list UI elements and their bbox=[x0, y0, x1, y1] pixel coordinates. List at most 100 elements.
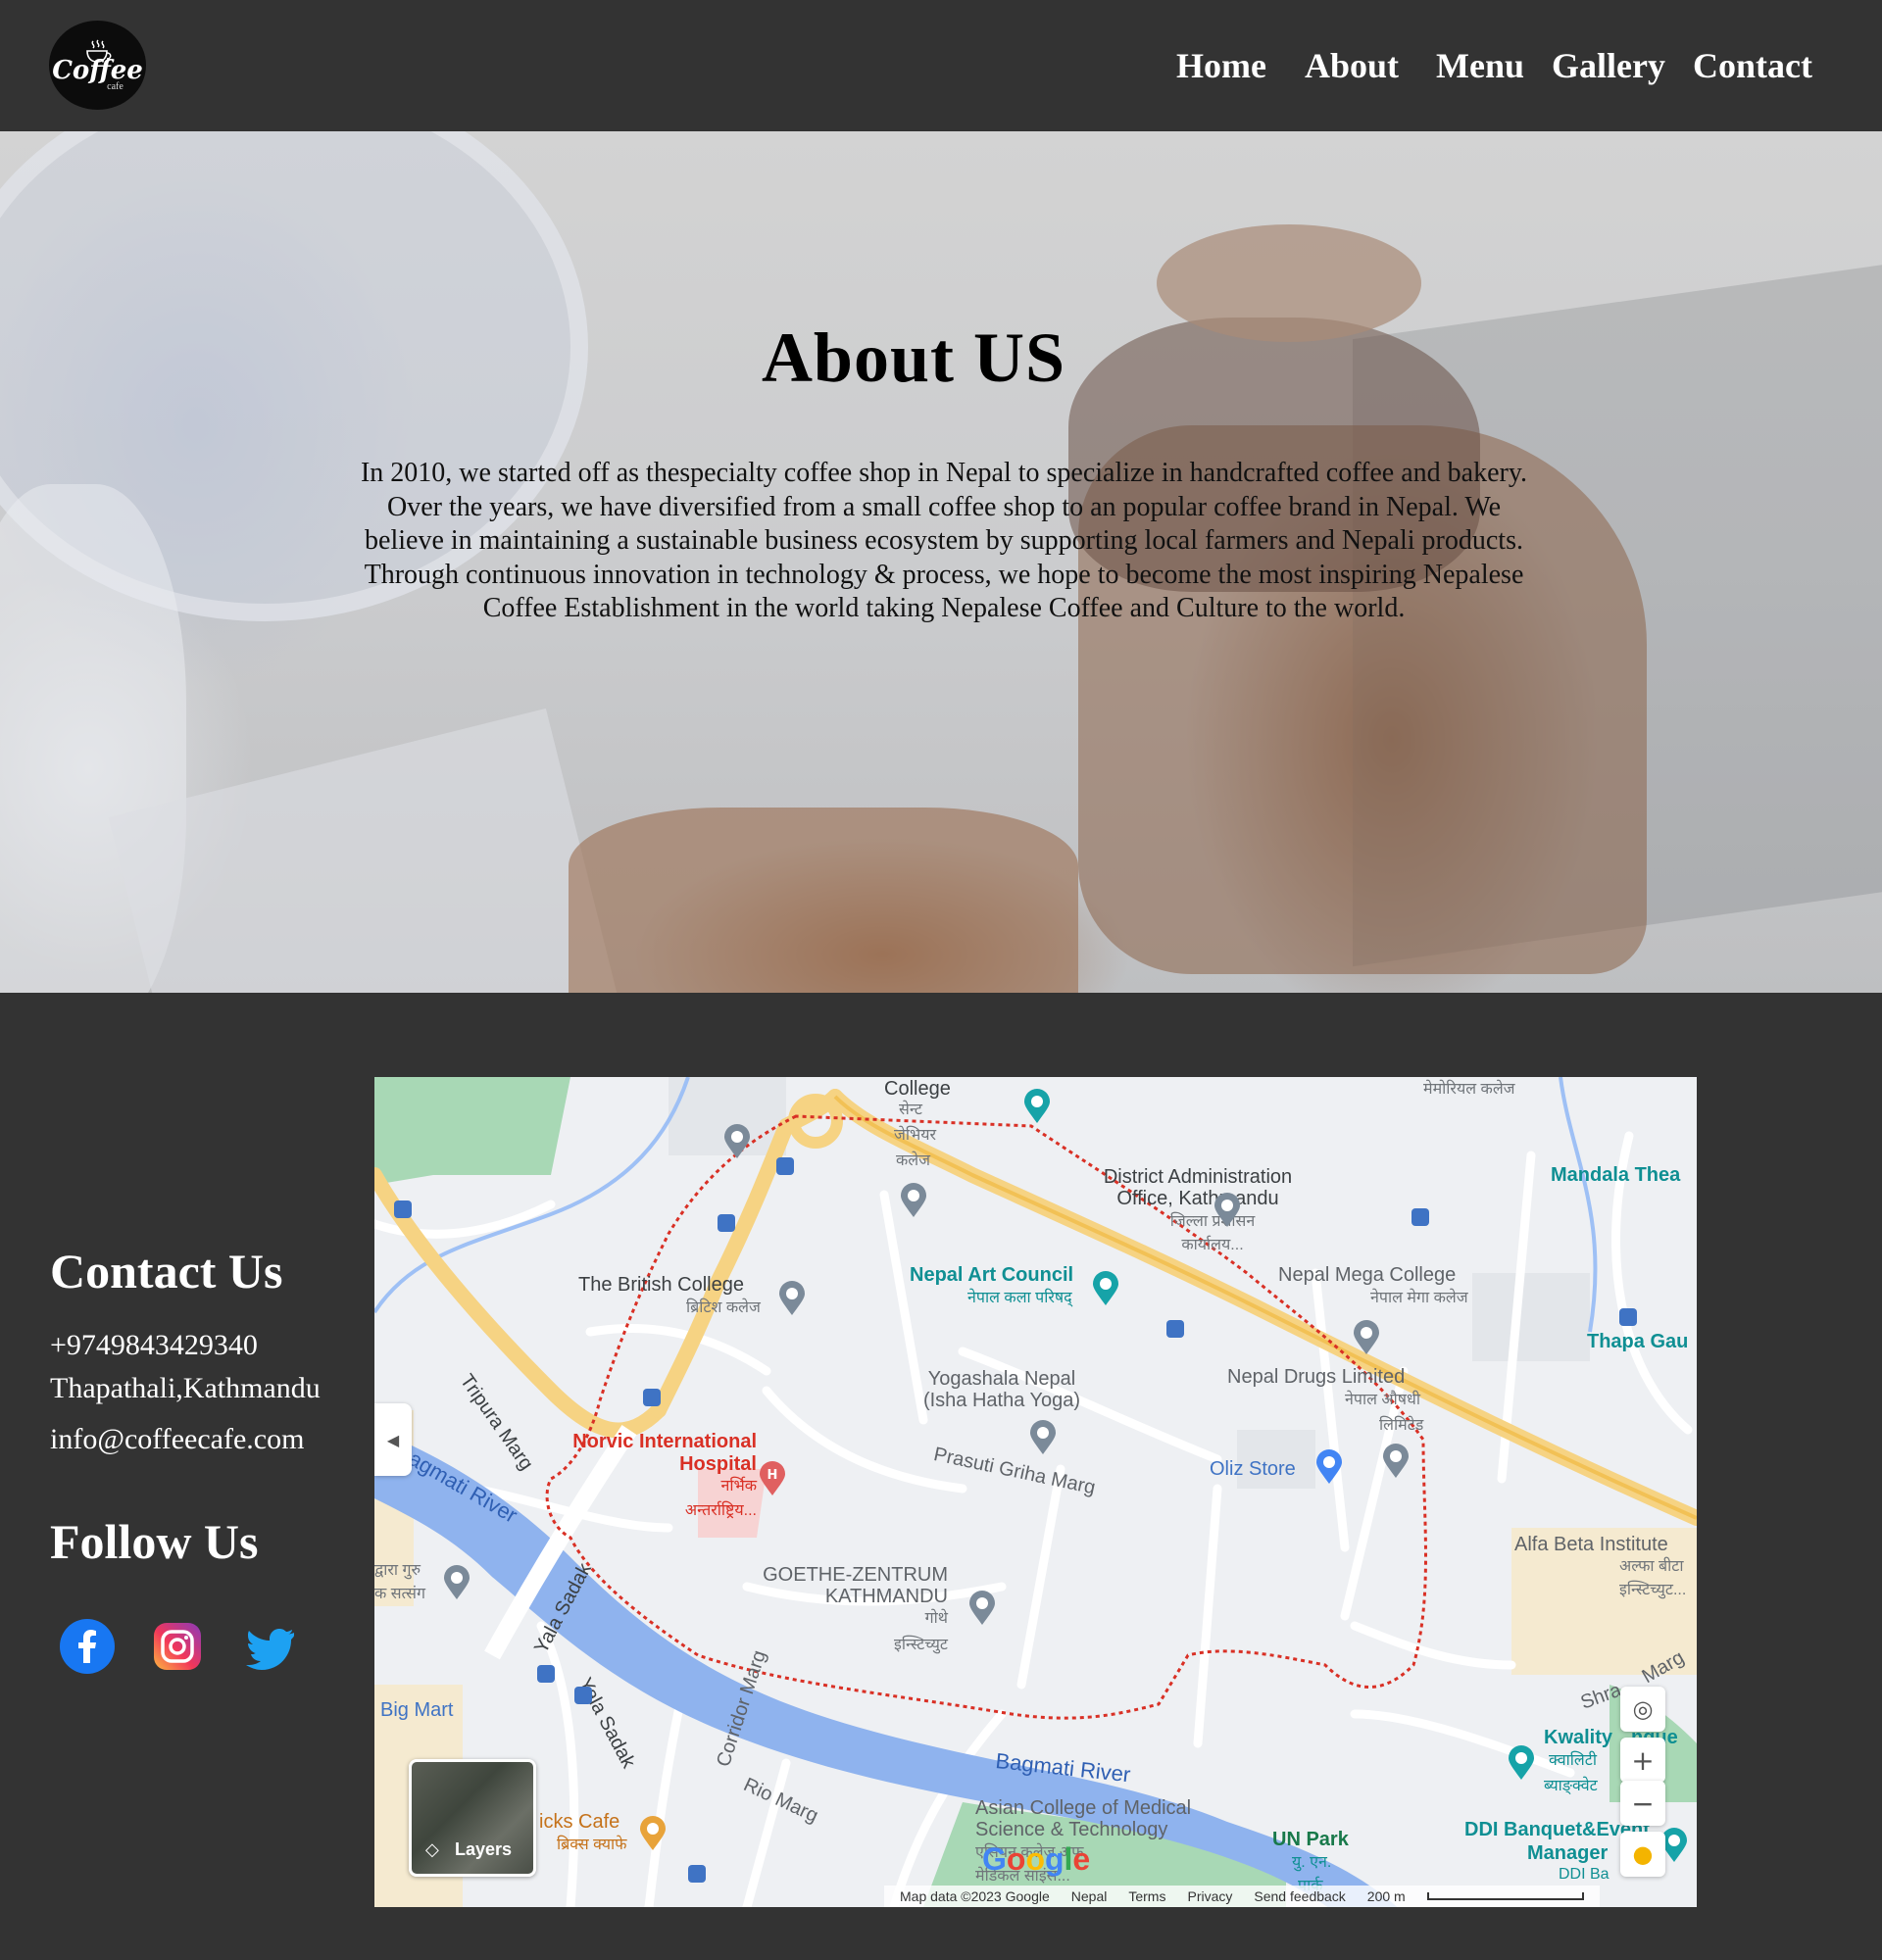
store-pin-icon[interactable] bbox=[1315, 1449, 1343, 1485]
map-terms-link[interactable]: Terms bbox=[1128, 1888, 1165, 1904]
map-scale-label[interactable]: 200 m bbox=[1367, 1888, 1406, 1904]
label-asian1: Asian College of Medical bbox=[975, 1797, 1192, 1819]
place-pin-icon[interactable] bbox=[1029, 1420, 1057, 1455]
map-scale-bar bbox=[1426, 1892, 1584, 1900]
map-feedback-link[interactable]: Send feedback bbox=[1254, 1888, 1345, 1904]
label-ddi2: Manager bbox=[1527, 1842, 1609, 1864]
place-pin-icon[interactable] bbox=[968, 1591, 996, 1626]
contact-phone[interactable]: +9749843429340 bbox=[50, 1329, 258, 1362]
label-alfa-np1: अल्फा बीटा bbox=[1619, 1558, 1684, 1575]
google-map[interactable]: College सेन्ट जेभियर कलेज मेमोरियल कलेज … bbox=[374, 1077, 1697, 1907]
label-norvic2: Hospital bbox=[679, 1453, 757, 1475]
art-pin-icon[interactable] bbox=[1092, 1271, 1119, 1306]
label-guru1: द्वारा गुरु bbox=[374, 1562, 421, 1579]
bus-stop-icon[interactable] bbox=[574, 1687, 592, 1704]
label-kwality1: Kwality bbox=[1544, 1727, 1613, 1748]
label-oliz: Oliz Store bbox=[1210, 1458, 1296, 1480]
label-college-np3: कलेज bbox=[896, 1152, 931, 1169]
label-thapa: Thapa Gau bbox=[1587, 1331, 1689, 1352]
label-kwality-np1: क्वालिटी bbox=[1549, 1752, 1597, 1769]
bus-stop-icon[interactable] bbox=[1619, 1308, 1637, 1326]
school-pin-icon[interactable] bbox=[778, 1281, 806, 1316]
label-dao-np1: जिल्ला प्रशासन bbox=[1169, 1213, 1256, 1230]
art-pin-icon[interactable] bbox=[1023, 1089, 1051, 1124]
nav-link-gallery[interactable]: Gallery bbox=[1552, 45, 1665, 86]
school-pin-icon[interactable] bbox=[1353, 1320, 1380, 1355]
google-logo: Google bbox=[982, 1841, 1091, 1877]
street-view-pegman-icon[interactable]: ● bbox=[1620, 1832, 1665, 1877]
label-dao-np2: कार्यालय... bbox=[1181, 1237, 1244, 1253]
label-goethe-np2: इन्स्टिच्युट bbox=[894, 1637, 948, 1653]
follow-title: Follow Us bbox=[50, 1514, 259, 1569]
about-hero: About US In 2010, we started off as thes… bbox=[0, 131, 1882, 993]
cafe-pin-icon[interactable] bbox=[639, 1816, 667, 1851]
twitter-icon[interactable] bbox=[243, 1618, 300, 1675]
venue-pin-icon[interactable] bbox=[1508, 1745, 1535, 1781]
bus-stop-icon[interactable] bbox=[776, 1157, 794, 1175]
school-pin-icon[interactable] bbox=[900, 1183, 927, 1218]
coffee-logo[interactable]: Coffee cafe bbox=[49, 21, 146, 110]
bus-stop-icon[interactable] bbox=[394, 1200, 412, 1218]
map-data-credit: Map data ©2023 Google bbox=[900, 1888, 1050, 1904]
government-pin-icon[interactable] bbox=[1382, 1444, 1410, 1479]
contact-title: Contact Us bbox=[50, 1244, 283, 1298]
instagram-icon[interactable] bbox=[149, 1618, 206, 1675]
zoom-out-button[interactable]: − bbox=[1620, 1781, 1665, 1826]
label-goethe-np1: गोथे bbox=[924, 1610, 948, 1627]
hospital-pin-icon[interactable]: H bbox=[759, 1461, 786, 1496]
logo-sub: cafe bbox=[107, 80, 124, 92]
map-base bbox=[374, 1077, 1697, 1907]
nav-link-about[interactable]: About bbox=[1305, 45, 1399, 86]
label-nac-np: नेपाल कला परिषद् bbox=[967, 1290, 1072, 1306]
label-goethe1: GOETHE-ZENTRUM bbox=[763, 1564, 948, 1586]
worship-pin-icon[interactable] bbox=[443, 1565, 470, 1600]
label-bigmart: Big Mart bbox=[380, 1699, 454, 1721]
map-region[interactable]: Nepal bbox=[1071, 1888, 1108, 1904]
label-ddi3: DDI Ba bbox=[1559, 1866, 1610, 1883]
label-bricks: icks Cafe bbox=[539, 1811, 620, 1833]
layers-icon: ◇ bbox=[425, 1839, 439, 1860]
label-mandala: Mandala Thea bbox=[1551, 1164, 1681, 1186]
layers-label: Layers bbox=[455, 1839, 513, 1859]
label-norvic-np2: अन्तर्राष्ट्रिय... bbox=[684, 1502, 757, 1519]
my-location-button[interactable]: ◎ bbox=[1620, 1687, 1665, 1732]
map-privacy-link[interactable]: Privacy bbox=[1187, 1888, 1232, 1904]
zoom-in-button[interactable]: + bbox=[1620, 1738, 1665, 1783]
label-dao2: Office, Kathmandu bbox=[1116, 1188, 1279, 1209]
label-college-np2: जेभियर bbox=[894, 1127, 937, 1144]
label-mega-np: नेपाल मेगा कलेज bbox=[1370, 1290, 1468, 1306]
logo-word: Coffee bbox=[52, 55, 143, 85]
label-college: College bbox=[884, 1078, 951, 1100]
label-yoga1: Yogashala Nepal bbox=[927, 1368, 1076, 1390]
label-norvic1: Norvic International bbox=[572, 1431, 757, 1452]
nav-link-menu[interactable]: Menu bbox=[1436, 45, 1524, 86]
label-goethe2: KATHMANDU bbox=[824, 1586, 948, 1607]
svg-text:H: H bbox=[768, 1468, 778, 1483]
layers-button[interactable]: ◇ Layers bbox=[409, 1759, 536, 1877]
school-pin-icon[interactable] bbox=[723, 1124, 751, 1159]
bus-stop-icon[interactable] bbox=[718, 1214, 735, 1232]
bus-stop-icon[interactable] bbox=[688, 1865, 706, 1883]
label-memorial: मेमोरियल कलेज bbox=[1423, 1081, 1515, 1098]
label-drugs-np2: लिमिटेड bbox=[1379, 1417, 1424, 1434]
nav-link-home[interactable]: Home bbox=[1176, 45, 1266, 86]
about-title: About US bbox=[761, 318, 1066, 397]
label-alfa-np2: इन्स्टिच्युट... bbox=[1619, 1582, 1687, 1598]
label-yoga2: (Isha Hatha Yoga) bbox=[922, 1390, 1081, 1411]
bus-stop-icon[interactable] bbox=[1166, 1320, 1184, 1338]
label-alfa: Alfa Beta Institute bbox=[1514, 1534, 1668, 1555]
bus-stop-icon[interactable] bbox=[1412, 1208, 1429, 1226]
bus-stop-icon[interactable] bbox=[537, 1665, 555, 1683]
label-dao1: District Administration bbox=[1103, 1166, 1293, 1188]
collapse-panel-button[interactable]: ◀ bbox=[374, 1403, 412, 1476]
facebook-icon[interactable] bbox=[59, 1618, 116, 1675]
contact-address: Thapathali,Kathmandu bbox=[50, 1372, 321, 1404]
nav-link-contact[interactable]: Contact bbox=[1693, 45, 1812, 86]
government-pin-icon[interactable] bbox=[1213, 1193, 1241, 1228]
map-attribution: Map data ©2023 Google Nepal Terms Privac… bbox=[884, 1886, 1600, 1907]
contact-email[interactable]: info@coffeecafe.com bbox=[50, 1423, 304, 1456]
label-british: The British College bbox=[578, 1274, 744, 1296]
bus-stop-icon[interactable] bbox=[643, 1389, 661, 1406]
label-guru2: क सत्संग bbox=[374, 1586, 425, 1602]
label-norvic-np1: नर्भिक bbox=[720, 1478, 757, 1494]
